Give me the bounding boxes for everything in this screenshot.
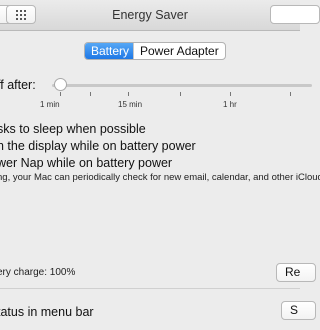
- search-field[interactable]: [270, 5, 320, 24]
- slider-tick: [60, 92, 61, 96]
- tick-label-15-min: 15 min: [118, 100, 143, 109]
- slider-tick: [180, 92, 181, 96]
- slider-knob[interactable]: [54, 78, 67, 91]
- title-bar: Energy Saver: [0, 0, 320, 31]
- option-dim-display[interactable]: n the display while on battery power: [0, 139, 196, 153]
- option-put-disks-to-sleep[interactable]: sks to sleep when possible: [0, 122, 146, 136]
- window-title: Energy Saver: [112, 8, 188, 22]
- tick-label-1-hr: 1 hr: [223, 100, 237, 109]
- display-sleep-slider[interactable]: [52, 84, 312, 87]
- last-charge-label: ery charge: 100%: [0, 267, 76, 278]
- power-nap-description: ng, your Mac can periodically check for …: [0, 172, 320, 183]
- tab-power-adapter[interactable]: Power Adapter: [133, 43, 225, 59]
- restore-defaults-button[interactable]: Re: [276, 263, 316, 282]
- power-source-tabs: Battery Power Adapter: [84, 42, 226, 60]
- show-battery-status-checkbox[interactable]: tatus in menu bar: [0, 305, 94, 319]
- option-power-nap[interactable]: wer Nap while on battery power: [0, 156, 172, 170]
- turn-display-off-label: ff after:: [0, 78, 36, 92]
- divider: [0, 288, 300, 289]
- slider-tick: [290, 92, 291, 96]
- schedule-button[interactable]: S: [281, 301, 316, 320]
- slider-tick: [230, 92, 231, 96]
- slider-tick: [128, 92, 129, 96]
- slider-tick: [90, 92, 91, 96]
- tab-battery[interactable]: Battery: [85, 43, 133, 59]
- tick-label-1-min: 1 min: [40, 100, 60, 109]
